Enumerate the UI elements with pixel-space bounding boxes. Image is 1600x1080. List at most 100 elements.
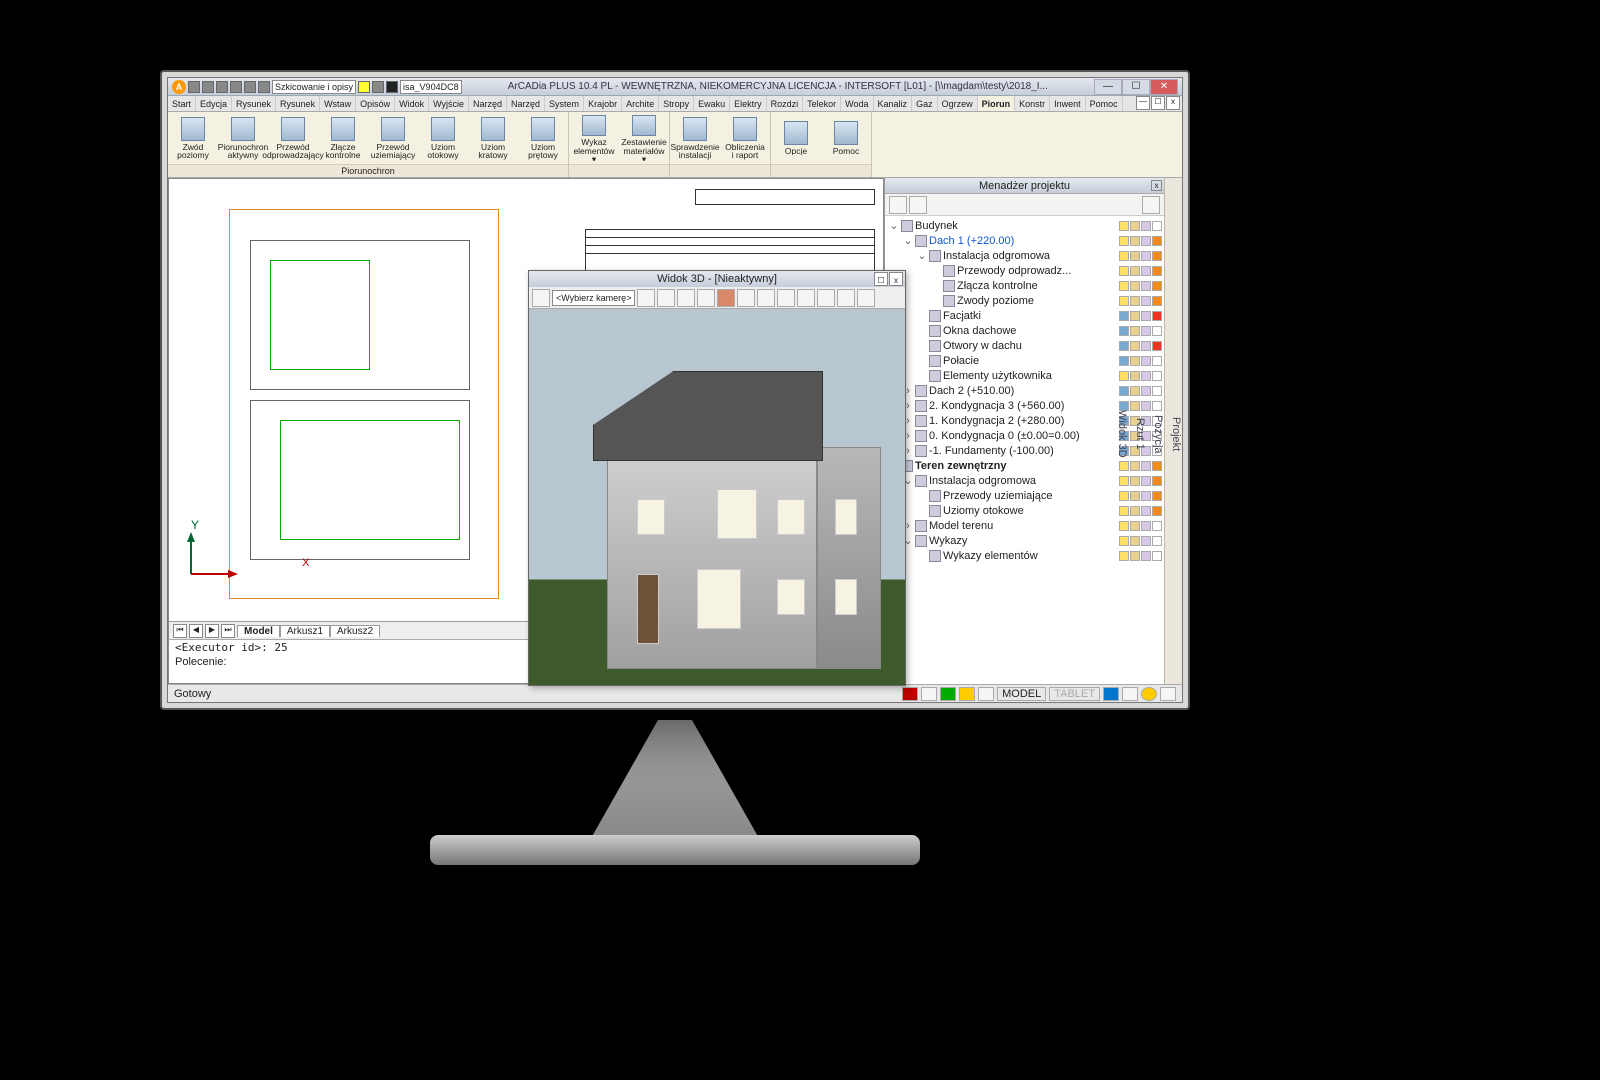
tree-print-icon[interactable] — [1141, 476, 1151, 486]
tree-print-icon[interactable] — [1141, 296, 1151, 306]
view3d-camera-icon[interactable] — [532, 289, 550, 307]
tree-col-icon[interactable] — [1152, 341, 1162, 351]
tree-print-icon[interactable] — [1141, 461, 1151, 471]
status-osnap-icon[interactable] — [978, 687, 994, 701]
tab-krajobr[interactable]: Krajobr — [584, 96, 622, 111]
tree-lock-icon[interactable] — [1130, 371, 1140, 381]
status-polar-icon[interactable] — [959, 687, 975, 701]
mdi-close-button[interactable]: x — [1166, 96, 1180, 110]
qat-undo-icon[interactable] — [244, 81, 256, 93]
tree-lock-icon[interactable] — [1130, 326, 1140, 336]
ribbon-sprawdzenie-button[interactable]: Sprawdzenieinstalacji — [670, 113, 720, 163]
tree-col-icon[interactable] — [1152, 281, 1162, 291]
tree-lock-icon[interactable] — [1130, 251, 1140, 261]
tab-rysunek[interactable]: Rysunek — [232, 96, 276, 111]
status-model-button[interactable]: MODEL — [997, 687, 1046, 701]
tree-bulb-icon[interactable] — [1119, 521, 1129, 531]
qat-bulb-icon[interactable] — [358, 81, 370, 93]
tab-start[interactable]: Start — [168, 96, 196, 111]
tree-lock-icon[interactable] — [1130, 461, 1140, 471]
tree-col-icon[interactable] — [1152, 251, 1162, 261]
tree-lock-icon[interactable] — [1130, 491, 1140, 501]
qat-mode-combo[interactable]: Szkicowanie i opisy — [272, 80, 356, 94]
tree-print-icon[interactable] — [1141, 221, 1151, 231]
qat-layer-icon[interactable] — [372, 81, 384, 93]
tab-prev-button[interactable]: ◀ — [189, 624, 203, 638]
tab-edycja[interactable]: Edycja — [196, 96, 232, 111]
tree-row[interactable]: Wykazy elementów — [887, 548, 1162, 563]
ribbon-pomoc-button[interactable]: Pomoc — [821, 113, 871, 163]
ribbon-opcje-button[interactable]: Opcje — [771, 113, 821, 163]
tree-col-icon[interactable] — [1152, 356, 1162, 366]
tab-rysunek[interactable]: Rysunek — [276, 96, 320, 111]
ribbon-uziom-button[interactable]: Uziomprętowy — [518, 113, 568, 163]
tree-bulb-icon[interactable] — [1119, 371, 1129, 381]
tree-print-icon[interactable] — [1141, 356, 1151, 366]
tree-row[interactable]: ⌄Instalacja odgromowa — [887, 248, 1162, 263]
tree-print-icon[interactable] — [1141, 341, 1151, 351]
view3d-close-button[interactable]: x — [889, 272, 903, 286]
tree-bulb-icon[interactable] — [1119, 326, 1129, 336]
tree-col-icon[interactable] — [1152, 386, 1162, 396]
tab-konstr[interactable]: Konstr — [1015, 96, 1050, 111]
tree-col-icon[interactable] — [1152, 296, 1162, 306]
minimize-button[interactable]: — — [1094, 79, 1122, 95]
tree-bulb-icon[interactable] — [1119, 266, 1129, 276]
tab-kanaliz[interactable]: Kanaliz — [874, 96, 913, 111]
tab-last-button[interactable]: ⏭ — [221, 624, 235, 638]
qat-save-icon[interactable] — [216, 81, 228, 93]
side-tab-pozycja[interactable]: Pozycja — [1152, 415, 1164, 454]
tree-lock-icon[interactable] — [1130, 386, 1140, 396]
tab-wyjście[interactable]: Wyjście — [429, 96, 469, 111]
ribbon-przewód-button[interactable]: Przewódodprowadzający — [268, 113, 318, 163]
tree-lock-icon[interactable] — [1130, 506, 1140, 516]
status-gear-icon[interactable] — [1122, 687, 1138, 701]
tree-print-icon[interactable] — [1141, 491, 1151, 501]
tree-col-icon[interactable] — [1152, 461, 1162, 471]
tree-bulb-icon[interactable] — [1119, 476, 1129, 486]
status-grid-icon[interactable] — [921, 687, 937, 701]
tree-bulb-icon[interactable] — [1119, 461, 1129, 471]
tree-bulb-icon[interactable] — [1119, 551, 1129, 561]
tree-row[interactable]: ⌄Wykazy — [887, 533, 1162, 548]
tree-bulb-icon[interactable] — [1119, 221, 1129, 231]
status-ortho-icon[interactable] — [940, 687, 956, 701]
tree-print-icon[interactable] — [1141, 266, 1151, 276]
ribbon-uziom-button[interactable]: Uziomkratowy — [468, 113, 518, 163]
mdi-min-button[interactable]: — — [1136, 96, 1150, 110]
tree-print-icon[interactable] — [1141, 536, 1151, 546]
tab-rozdzi[interactable]: Rozdzi — [767, 96, 804, 111]
tree-print-icon[interactable] — [1141, 506, 1151, 516]
view3d-camera-combo[interactable]: <Wybierz kamerę> — [552, 290, 635, 306]
tree-col-icon[interactable] — [1152, 371, 1162, 381]
tree-expand-icon[interactable]: ⌄ — [917, 249, 927, 262]
tab-archite[interactable]: Archite — [622, 96, 659, 111]
tab-woda[interactable]: Woda — [841, 96, 873, 111]
view3d-material-icon[interactable] — [717, 289, 735, 307]
tree-row[interactable]: ⌄Instalacja odgromowa — [887, 473, 1162, 488]
tree-lock-icon[interactable] — [1130, 341, 1140, 351]
tree-print-icon[interactable] — [1141, 311, 1151, 321]
tree-col-icon[interactable] — [1152, 266, 1162, 276]
tab-first-button[interactable]: ⏮ — [173, 624, 187, 638]
tab-pomoc[interactable]: Pomoc — [1086, 96, 1123, 111]
tree-col-icon[interactable] — [1152, 551, 1162, 561]
view3d-tool-3[interactable] — [677, 289, 695, 307]
tree-col-icon[interactable] — [1152, 521, 1162, 531]
layout-tab-arkusz2[interactable]: Arkusz2 — [330, 625, 380, 637]
tree-row[interactable]: ⌄Teren zewnętrzny — [887, 458, 1162, 473]
view3d-max-button[interactable]: ☐ — [874, 272, 888, 286]
tab-narzęd[interactable]: Narzęd — [507, 96, 545, 111]
tree-lock-icon[interactable] — [1130, 521, 1140, 531]
tree-bulb-icon[interactable] — [1119, 251, 1129, 261]
view3d-viewport[interactable] — [529, 309, 905, 685]
view3d-tool-6[interactable] — [757, 289, 775, 307]
tree-print-icon[interactable] — [1141, 521, 1151, 531]
qat-color-icon[interactable] — [386, 81, 398, 93]
tree-bulb-icon[interactable] — [1119, 536, 1129, 546]
ribbon-przewód-button[interactable]: Przewóduziemiający — [368, 113, 418, 163]
tree-lock-icon[interactable] — [1130, 476, 1140, 486]
qat-new-icon[interactable] — [188, 81, 200, 93]
ribbon-piorunochron-button[interactable]: Piorunochronaktywny — [218, 113, 268, 163]
ribbon-zestawienie-button[interactable]: Zestawieniemateriałów ▾ — [619, 113, 669, 163]
